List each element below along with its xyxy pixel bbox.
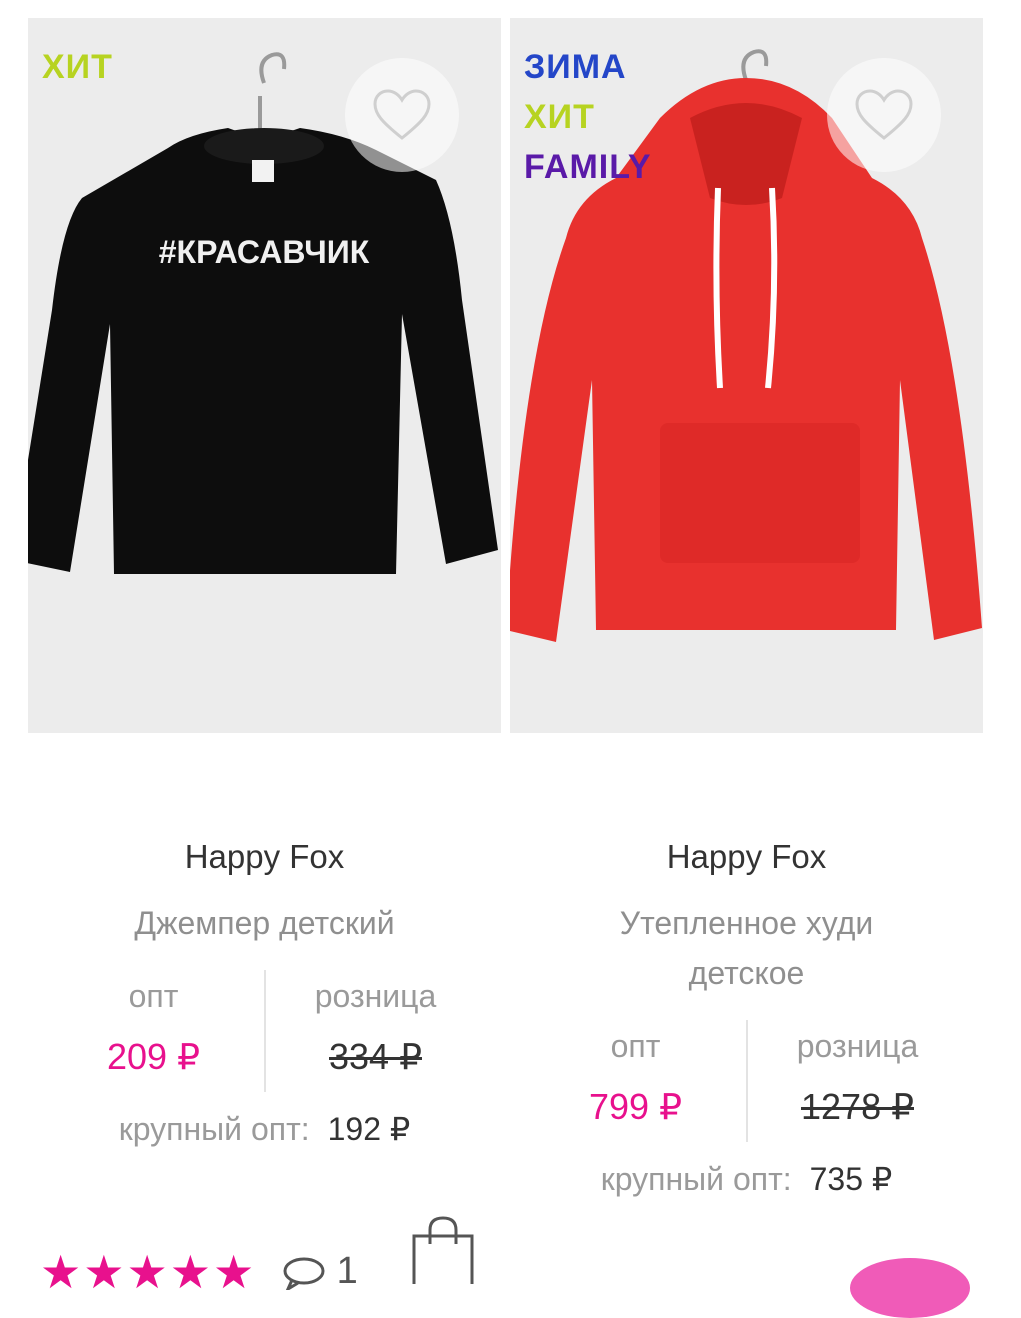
- add-to-cart-button[interactable]: [408, 1214, 478, 1289]
- badge: ХИТ: [42, 48, 113, 86]
- product-photo[interactable]: #КРАСАВЧИК ХИТ: [28, 18, 501, 733]
- product-photo[interactable]: ЗИМА ХИТ FAMILY: [510, 18, 983, 733]
- comments-link[interactable]: 1: [282, 1250, 358, 1293]
- print-text: #КРАСАВЧИК: [159, 234, 370, 270]
- badge: ХИТ: [524, 98, 595, 136]
- bulk-label: крупный опт:: [600, 1161, 792, 1197]
- comments-count: 1: [336, 1250, 358, 1292]
- bulk-price-row: крупный опт: 192 ₽: [28, 1110, 501, 1148]
- product-card[interactable]: #КРАСАВЧИК ХИТ Happy Fox Джемпер детский…: [28, 18, 501, 1147]
- retail-label: розница: [796, 1028, 919, 1064]
- bulk-price: 735 ₽: [809, 1161, 893, 1197]
- bulk-price: 192 ₽: [327, 1111, 411, 1147]
- opt-price: 799 ₽: [589, 1086, 682, 1127]
- product-card[interactable]: ЗИМА ХИТ FAMILY Happy Fox Утепленное худ…: [510, 18, 983, 1197]
- product-name[interactable]: Утепленное худи детское: [510, 898, 983, 998]
- opt-label: опт: [610, 1028, 661, 1064]
- product-info: Happy Fox Джемпер детский опт 209 ₽ розн…: [28, 838, 501, 1148]
- badge: FAMILY: [524, 148, 652, 186]
- product-name[interactable]: Джемпер детский: [28, 898, 501, 948]
- floating-action-button[interactable]: [850, 1258, 970, 1318]
- price-block: опт 209 ₽ розница 334 ₽: [28, 970, 501, 1092]
- product-brand[interactable]: Happy Fox: [28, 838, 501, 876]
- rating-stars[interactable]: ★★★★★: [40, 1245, 256, 1299]
- heart-outline-icon: [855, 89, 913, 140]
- badge-list: ХИТ: [42, 42, 113, 92]
- opt-label: опт: [128, 978, 179, 1014]
- product-info: Happy Fox Утепленное худи детское опт 79…: [510, 838, 983, 1198]
- retail-price: 1278 ₽: [801, 1086, 914, 1127]
- favorite-button[interactable]: [827, 58, 941, 172]
- bulk-label: крупный опт:: [118, 1111, 310, 1147]
- price-block: опт 799 ₽ розница 1278 ₽: [510, 1020, 983, 1142]
- shopping-bag-icon: [412, 1216, 474, 1288]
- speech-bubble-icon: [283, 1257, 325, 1293]
- product-brand[interactable]: Happy Fox: [510, 838, 983, 876]
- retail-label: розница: [314, 978, 437, 1014]
- heart-outline-icon: [373, 89, 431, 140]
- favorite-button[interactable]: [345, 58, 459, 172]
- badge: ЗИМА: [524, 48, 627, 86]
- badge-list: ЗИМА ХИТ FAMILY: [524, 42, 652, 192]
- retail-price: 334 ₽: [329, 1036, 422, 1077]
- bulk-price-row: крупный опт: 735 ₽: [510, 1160, 983, 1198]
- opt-price: 209 ₽: [107, 1036, 200, 1077]
